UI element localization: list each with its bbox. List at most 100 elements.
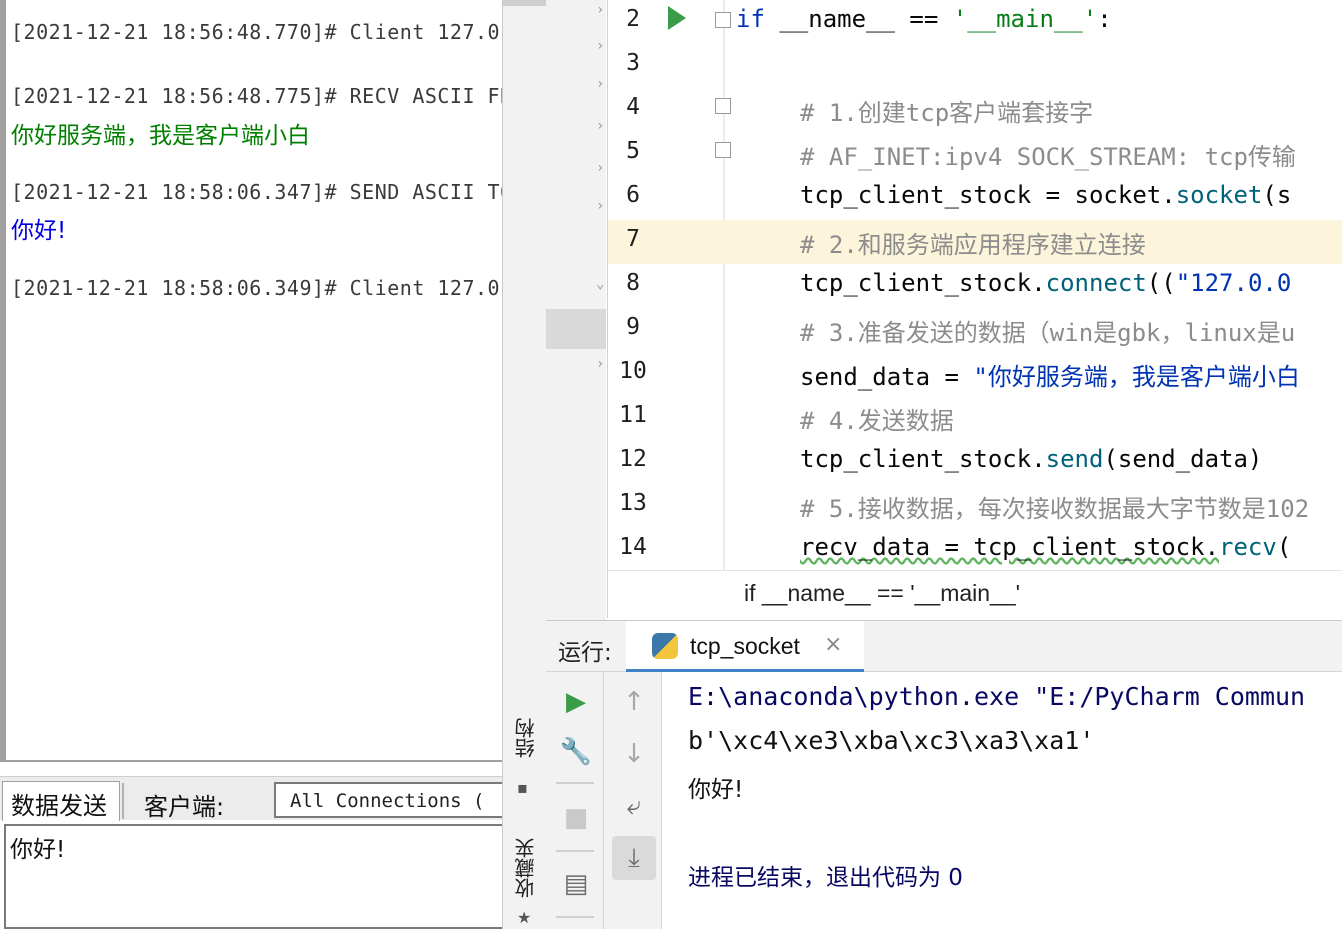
- fold-icon[interactable]: [715, 98, 731, 114]
- client-label: 客户端:: [144, 793, 225, 821]
- chevron-right-icon: ›: [596, 2, 605, 18]
- code-line[interactable]: 11 # 4.发送数据: [608, 396, 1342, 440]
- soft-wrap-icon[interactable]: ⤶: [612, 784, 656, 828]
- code-line[interactable]: 8 tcp_client_stock.connect(("127.0.0: [608, 264, 1342, 308]
- log-entry-header: [2021-12-21 18:58:06.349]# Client 127.0.…: [11, 276, 502, 300]
- code-line[interactable]: 12 tcp_client_stock.send(send_data): [608, 440, 1342, 484]
- tab-data-send[interactable]: 数据发送: [2, 781, 120, 821]
- string-literal: "你好服务端，我是客户端小白: [973, 363, 1300, 391]
- send-tab-bar: 数据发送 客户端: All Connections (: [0, 776, 514, 821]
- string-literal: '__main__': [952, 5, 1098, 33]
- editor-left-strip: [546, 0, 606, 620]
- line-number: 2: [626, 6, 640, 32]
- log-entry-header: [2021-12-21 18:56:48.775]# RECV ASCII FR…: [11, 84, 502, 108]
- chevron-right-icon: ›: [596, 118, 605, 134]
- code-line[interactable]: 10 send_data = "你好服务端，我是客户端小白: [608, 352, 1342, 396]
- function-call: connect: [1045, 269, 1147, 297]
- line-number: 6: [626, 182, 640, 208]
- code-text: # AF_INET:ipv4 SOCK_STREAM: tcp传输: [800, 137, 1296, 172]
- function-call: socket: [1175, 181, 1263, 209]
- code-fragment: tcp_client_stock.: [800, 269, 1046, 297]
- line-number: 4: [626, 94, 640, 120]
- comment: # 2.和服务端应用程序建立连接: [800, 231, 1146, 259]
- breadcrumb-bar: if __name__ == '__main__': [607, 570, 1342, 618]
- run-console[interactable]: E:\anaconda\python.exe "E:/PyCharm Commu…: [663, 672, 1342, 929]
- code-text: tcp_client_stock.send(send_data): [800, 445, 1262, 473]
- code-text: # 4.发送数据: [800, 401, 954, 436]
- python-icon: [652, 633, 678, 659]
- toolbar-divider: [556, 782, 594, 784]
- code-line[interactable]: 4 # 1.创建tcp客户端套接字: [608, 88, 1342, 132]
- console-line: E:\anaconda\python.exe "E:/PyCharm Commu…: [688, 682, 1306, 711]
- layout-icon[interactable]: ▤: [554, 862, 598, 906]
- breadcrumb[interactable]: if __name__ == '__main__': [744, 580, 1020, 607]
- fold-icon[interactable]: [715, 12, 731, 28]
- strip-scroll-thumb[interactable]: [546, 309, 606, 349]
- comment: # 5.接收数据，每次接收数据最大字节数是102: [800, 495, 1310, 523]
- rerun-button[interactable]: ▶: [554, 680, 598, 724]
- code-editor[interactable]: 2 if __name__ == '__main__': 3 4 # 1.创建t…: [607, 0, 1342, 570]
- code-fragment: :: [1097, 5, 1112, 33]
- favorites-tool-tab[interactable]: 收藏夹: [511, 838, 540, 898]
- code-text: tcp_client_stock = socket.socket(s: [800, 181, 1291, 209]
- structure-tool-tab[interactable]: 结构: [511, 718, 540, 758]
- receive-log-area[interactable]: [2021-12-21 18:56:48.770]# Client 127.0.…: [0, 0, 502, 762]
- code-line[interactable]: 3: [608, 44, 1342, 88]
- comment: # AF_INET:ipv4 SOCK_STREAM: tcp传输: [800, 143, 1296, 171]
- code-fragment: tcp_client_stock.: [800, 445, 1046, 473]
- line-number: 11: [619, 402, 647, 428]
- code-text: tcp_client_stock.connect(("127.0.0: [800, 269, 1291, 297]
- arrow-up-icon[interactable]: ↑: [612, 680, 656, 724]
- code-line[interactable]: 5 # AF_INET:ipv4 SOCK_STREAM: tcp传输: [608, 132, 1342, 176]
- tool-window-stripe: 结构 ▪ 收藏夹 ★: [502, 0, 547, 929]
- line-number: 5: [626, 138, 640, 164]
- code-line[interactable]: 13 # 5.接收数据，每次接收数据最大字节数是102: [608, 484, 1342, 528]
- send-input[interactable]: 你好!: [4, 824, 502, 929]
- code-line[interactable]: 2 if __name__ == '__main__':: [608, 0, 1342, 44]
- log-entry-send-body: 你好!: [11, 218, 67, 244]
- code-fragment: (send_data): [1103, 445, 1263, 473]
- client-select[interactable]: All Connections (: [274, 782, 514, 818]
- log-entry-header: [2021-12-21 18:58:06.347]# SEND ASCII TO: [11, 180, 502, 204]
- line-number: 7: [626, 226, 640, 252]
- code-line[interactable]: 6 tcp_client_stock = socket.socket(s: [608, 176, 1342, 220]
- line-number: 14: [619, 534, 647, 560]
- run-tab-label: tcp_socket: [690, 633, 800, 659]
- function-call: recv: [1219, 533, 1277, 561]
- code-fragment: recv_data = tcp_client_stock.: [800, 533, 1220, 561]
- network-debug-tool: [2021-12-21 18:56:48.770]# Client 127.0.…: [0, 0, 514, 929]
- structure-icon: ▪: [517, 778, 528, 797]
- code-line-current[interactable]: 7 # 2.和服务端应用程序建立连接: [608, 220, 1342, 264]
- line-number: 3: [626, 50, 640, 76]
- code-fragment: __name__ ==: [764, 5, 953, 33]
- code-text: # 5.接收数据，每次接收数据最大字节数是102: [800, 489, 1309, 524]
- log-entry-header: [2021-12-21 18:56:48.770]# Client 127.0.…: [11, 20, 502, 44]
- code-fragment: tcp_client_stock = socket.: [800, 181, 1176, 209]
- code-text: # 1.创建tcp客户端套接字: [800, 93, 1093, 128]
- wrench-icon[interactable]: 🔧: [554, 730, 598, 774]
- stop-button[interactable]: ■: [554, 796, 598, 840]
- line-number: 12: [619, 446, 647, 472]
- arrow-down-icon[interactable]: ↓: [612, 732, 656, 776]
- console-exit-line: 进程已结束，退出代码为 0: [688, 865, 963, 891]
- function-call: send: [1045, 445, 1104, 473]
- run-panel-title: 运行:: [558, 640, 612, 666]
- comment: # 4.发送数据: [800, 407, 954, 435]
- code-line[interactable]: 9 # 3.准备发送的数据（win是gbk，linux是u: [608, 308, 1342, 352]
- chevron-right-icon: ›: [596, 76, 605, 92]
- close-icon[interactable]: ×: [824, 632, 842, 657]
- chevron-right-icon: ›: [596, 356, 605, 372]
- code-text: send_data = "你好服务端，我是客户端小白: [800, 357, 1300, 392]
- comment: # 1.创建tcp客户端套接字: [800, 99, 1094, 127]
- fold-icon[interactable]: [715, 142, 731, 158]
- console-line: 你好!: [688, 777, 744, 803]
- run-icon[interactable]: [668, 6, 686, 30]
- tab-tcp-socket[interactable]: tcp_socket ×: [626, 621, 864, 672]
- scroll-to-end-icon[interactable]: ⤓: [612, 836, 656, 880]
- keyword: if: [736, 5, 765, 33]
- code-line[interactable]: 14 recv_data = tcp_client_stock.recv(: [608, 528, 1342, 570]
- line-number: 13: [619, 490, 647, 516]
- code-text: recv_data = tcp_client_stock.recv(: [800, 533, 1291, 561]
- code-fragment: (: [1276, 533, 1292, 561]
- run-toolbar-primary: ▶ 🔧 ■ ▤: [546, 672, 604, 929]
